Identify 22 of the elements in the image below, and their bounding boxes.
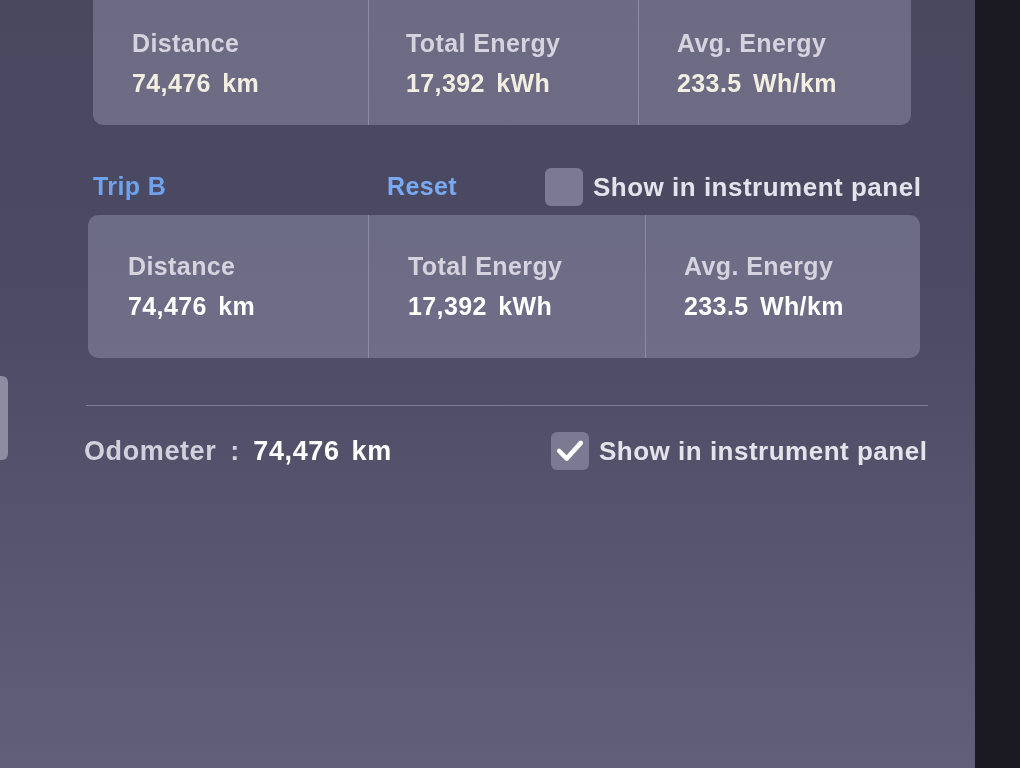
stat-value: 74,476 km xyxy=(128,294,256,319)
reset-link[interactable]: Reset xyxy=(387,172,458,201)
checkbox-label: Show in instrument panel xyxy=(599,434,928,468)
stat-label: Total Energy xyxy=(406,31,561,56)
stat-label: Avg. Energy xyxy=(677,31,827,56)
stat-value: 17,392 kWh xyxy=(406,71,551,96)
stat-label: Total Energy xyxy=(408,254,563,279)
stat-value: 74,476 km xyxy=(132,71,260,96)
stat-label: Distance xyxy=(128,254,236,279)
odometer-label: Odometer xyxy=(84,434,217,468)
checkbox[interactable] xyxy=(551,432,589,470)
stat-value: 17,392 kWh xyxy=(408,294,553,319)
stat-value: 233.5 Wh/km xyxy=(684,294,844,319)
odometer-value: 74,476 km xyxy=(253,434,392,468)
checkbox-label: Show in instrument panel xyxy=(593,170,922,204)
check-icon xyxy=(557,440,583,462)
stat-label: Avg. Energy xyxy=(684,254,834,279)
trip-title: Trip B xyxy=(93,172,167,201)
checkbox[interactable] xyxy=(545,168,583,206)
stat-value: 233.5 Wh/km xyxy=(677,71,837,96)
separator-text: : xyxy=(230,434,240,468)
stat-label: Distance xyxy=(132,31,240,56)
